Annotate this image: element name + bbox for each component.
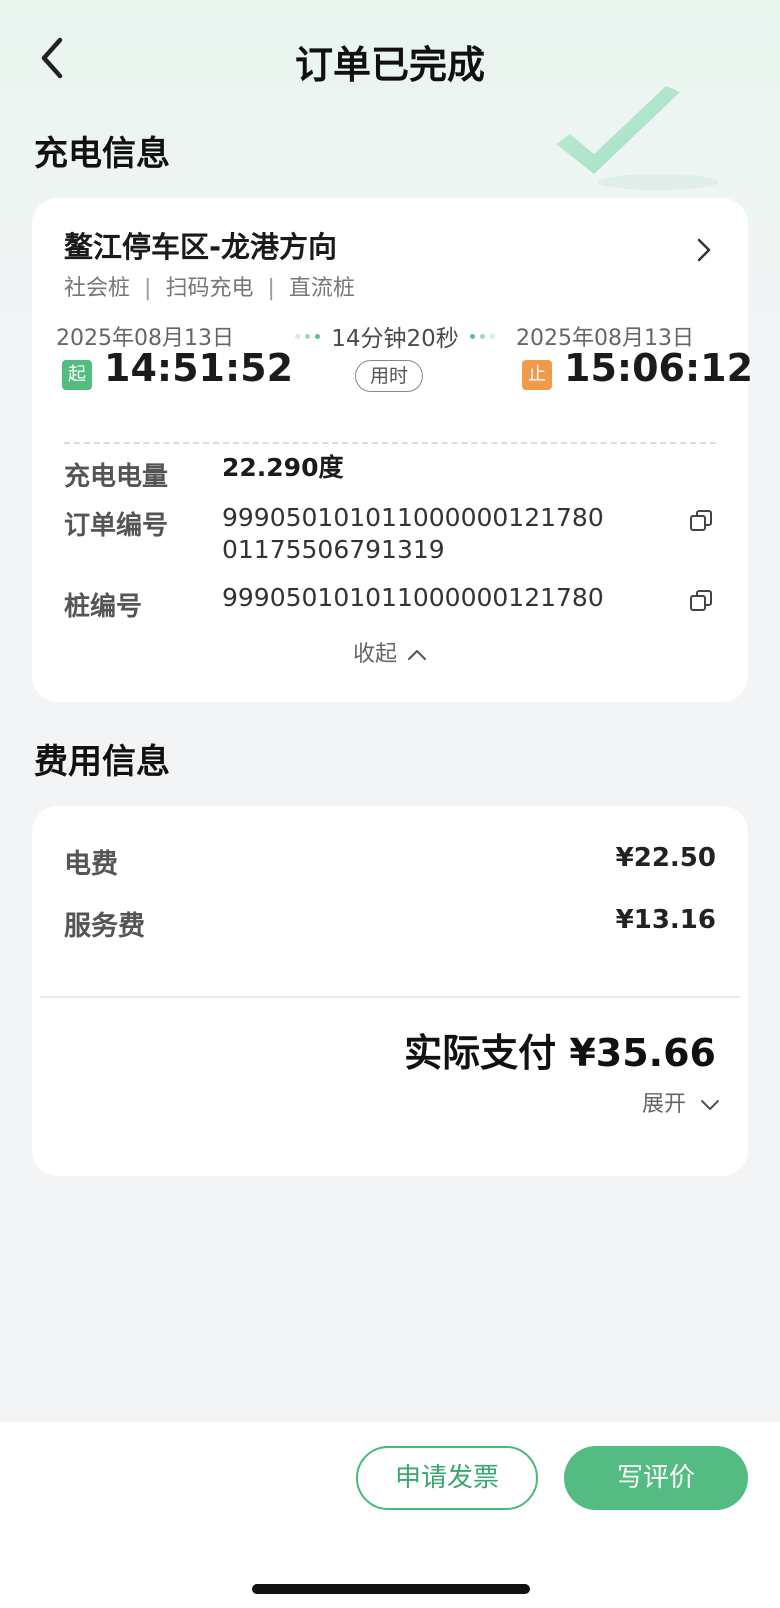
expand-button[interactable]: 展开 bbox=[642, 1086, 720, 1118]
start-time: 14:51:52 bbox=[104, 346, 294, 390]
charge-duration: 14分钟20秒 bbox=[272, 319, 518, 353]
start-tag: 起 bbox=[62, 360, 92, 390]
order-number-value: 999050101011000000121780 01175506791319 bbox=[222, 502, 604, 566]
pile-number-value: 999050101011000000121780 bbox=[222, 583, 604, 612]
electricity-fee-value: ¥22.50 bbox=[615, 843, 716, 873]
total-paid: 实际支付 ¥35.66 bbox=[404, 1031, 716, 1075]
expand-label: 展开 bbox=[641, 1092, 686, 1117]
station-name[interactable]: 鳌江停车区-龙港方向 bbox=[64, 224, 337, 266]
write-review-button[interactable]: 写评价 bbox=[564, 1446, 748, 1510]
tag-current-type: 直流桩 bbox=[288, 276, 355, 301]
end-tag: 止 bbox=[522, 360, 552, 390]
tag-charge-method: 扫码充电 bbox=[165, 276, 254, 301]
order-number-line2: 01175506791319 bbox=[222, 535, 445, 564]
duration-badge: 用时 bbox=[355, 360, 423, 392]
collapse-label: 收起 bbox=[352, 642, 397, 667]
fee-section-title: 费用信息 bbox=[34, 742, 170, 782]
chevron-down-icon bbox=[701, 1100, 719, 1110]
duration-text: 14分钟20秒 bbox=[331, 326, 459, 352]
copy-icon[interactable] bbox=[688, 508, 714, 534]
service-fee-label: 服务费 bbox=[64, 911, 145, 942]
apply-invoice-button[interactable]: 申请发票 bbox=[356, 1446, 538, 1510]
chevron-up-icon bbox=[408, 650, 426, 660]
tag-pile-type: 社会桩 bbox=[64, 276, 131, 301]
divider bbox=[64, 442, 716, 444]
station-tags: 社会桩 | 扫码充电 | 直流桩 bbox=[64, 276, 355, 301]
collapse-button[interactable]: 收起 bbox=[32, 636, 748, 668]
fee-divider bbox=[40, 996, 740, 998]
energy-label: 充电电量 bbox=[64, 462, 169, 492]
bottom-action-bar: 申请发票 写评价 bbox=[0, 1422, 780, 1608]
service-fee-value: ¥13.16 bbox=[615, 905, 716, 935]
order-number-line1: 999050101011000000121780 bbox=[222, 503, 604, 532]
copy-icon[interactable] bbox=[688, 588, 714, 614]
page-title: 订单已完成 bbox=[294, 43, 485, 87]
energy-value: 22.290度 bbox=[222, 453, 344, 482]
pile-number-label: 桩编号 bbox=[64, 592, 143, 622]
electricity-fee-label: 电费 bbox=[64, 849, 118, 880]
end-time: 15:06:12 bbox=[564, 346, 754, 390]
chevron-right-icon[interactable] bbox=[694, 236, 714, 264]
fee-info-card: 电费 ¥22.50 服务费 ¥13.16 实际支付 ¥35.66 展开 bbox=[32, 806, 748, 1176]
charge-info-card: 鳌江停车区-龙港方向 社会桩 | 扫码充电 | 直流桩 2025年08月13日 14分钟… bbox=[32, 198, 753, 702]
check-icon bbox=[556, 86, 718, 190]
home-indicator bbox=[252, 1584, 530, 1594]
charge-section-title: 充电信息 bbox=[34, 134, 170, 174]
order-number-label: 订单编号 bbox=[64, 511, 169, 541]
